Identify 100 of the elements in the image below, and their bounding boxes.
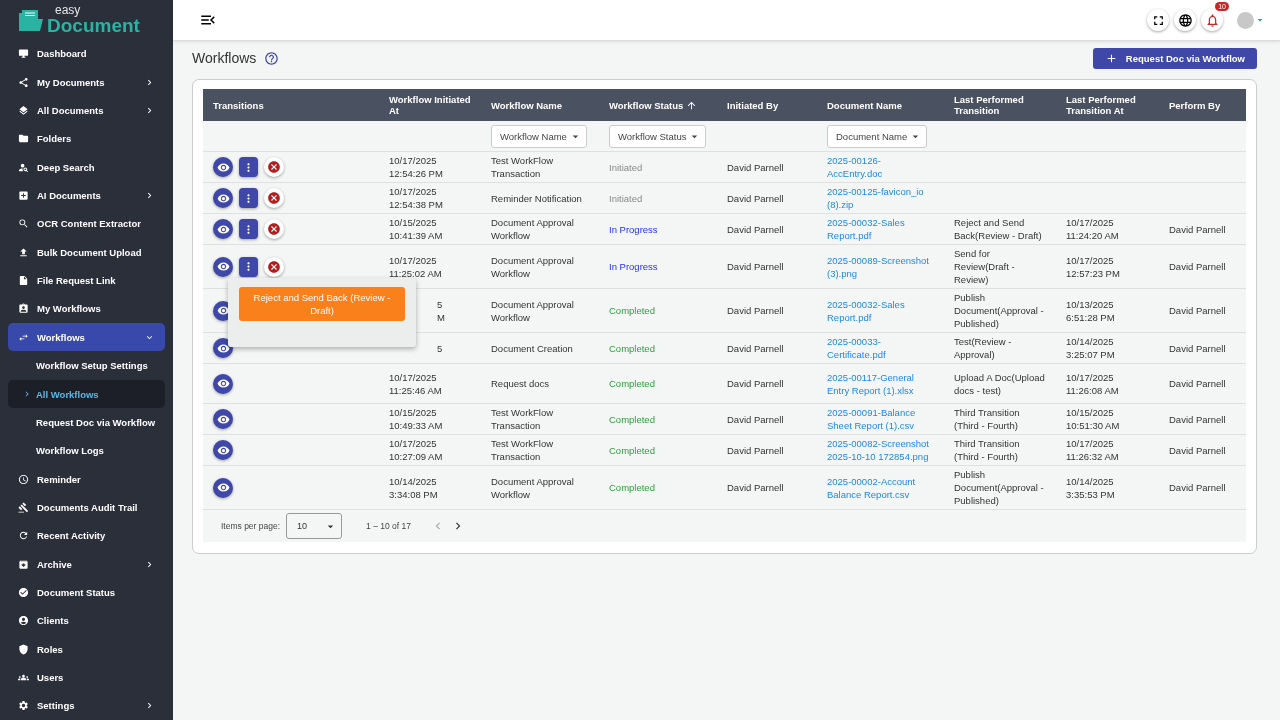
table-cell-text: 10/15/2025 10:51:30 AM xyxy=(1066,406,1121,432)
sidebar-item[interactable]: Roles xyxy=(8,635,165,664)
column-header[interactable]: Last Performed Transition xyxy=(944,89,1056,121)
help-icon[interactable] xyxy=(264,50,280,66)
document-link[interactable]: 2025-00125-favicon_io (8).zip xyxy=(827,185,934,211)
filter-dropdown[interactable]: Document Name xyxy=(827,124,928,148)
monitor-icon xyxy=(18,48,29,60)
sidebar-item[interactable]: AI Documents xyxy=(8,181,165,210)
filter-dropdown[interactable]: Workflow Name xyxy=(491,124,587,148)
sidebar-item[interactable]: All Documents xyxy=(8,96,165,125)
document-link[interactable]: 2025-00082-Screenshot 2025-10-10 172854.png xyxy=(827,437,934,463)
page-size-select[interactable]: 10 xyxy=(286,513,343,539)
column-header[interactable]: Initiated By xyxy=(717,89,817,121)
document-link[interactable]: 2025-00091-Balance Sheet Report (1).csv xyxy=(827,406,934,432)
sidebar-subitem[interactable]: All Workflows xyxy=(8,379,165,409)
sidebar-item[interactable]: Documents Audit Trail xyxy=(8,493,165,522)
column-header[interactable]: Workflow Name xyxy=(481,89,599,121)
table-cell: David Parnell xyxy=(1169,412,1226,426)
more-button[interactable] xyxy=(239,188,258,208)
sidebar-item[interactable]: Dashboard xyxy=(8,39,165,68)
document-link[interactable]: 2025-00032-Sales Report.pdf xyxy=(827,297,934,324)
view-button[interactable] xyxy=(213,219,233,239)
sidebar-item[interactable]: File Request Link xyxy=(8,266,165,295)
table-cell-text: 10/14/2025 3:35:53 PM xyxy=(1066,474,1116,501)
view-button[interactable] xyxy=(213,256,233,277)
more-button[interactable] xyxy=(239,256,258,277)
table-cell-text: Document Approval Workflow xyxy=(491,297,575,324)
table-cell-text: Test(Review - Approval) xyxy=(954,335,1013,361)
document-link[interactable]: 2025-00089-Screenshot (3).png xyxy=(827,253,934,280)
notifications-button[interactable] xyxy=(1201,9,1223,31)
document-link[interactable]: 2025-00002-Account Balance Report.csv xyxy=(827,474,934,501)
fullscreen-button[interactable] xyxy=(1147,9,1169,31)
column-header[interactable]: Document Name xyxy=(817,89,944,121)
sidebar-item[interactable]: Archive xyxy=(8,550,165,579)
table-cell: David Parnell xyxy=(1169,304,1226,317)
column-header[interactable]: Workflow Initiated At xyxy=(379,89,481,121)
column-header[interactable]: Transitions xyxy=(203,89,379,121)
table-cell-text: 10/17/2025 11:26:32 AM xyxy=(1066,437,1120,463)
status-label: Completed xyxy=(609,481,655,494)
column-header[interactable]: Perform By xyxy=(1159,89,1246,121)
refresh-icon xyxy=(18,530,29,542)
table-cell-text: 10/17/2025 11:25:46 AM xyxy=(389,370,443,397)
search-icon xyxy=(18,218,29,230)
document-link[interactable]: 2025-00032-Sales Report.pdf xyxy=(827,216,934,242)
sidebar-item[interactable]: Settings xyxy=(8,691,165,720)
sidebar-item[interactable]: Reminder xyxy=(8,464,165,494)
view-button[interactable] xyxy=(213,477,233,498)
sidebar-item[interactable]: Deep Search xyxy=(8,152,165,182)
sidebar-item[interactable]: My Documents xyxy=(8,67,165,97)
sidebar-item[interactable]: Recent Activity xyxy=(8,521,165,550)
document-link[interactable]: 2025-00117-General Entry Report (1).xlsx xyxy=(827,370,934,397)
table-cell: M xyxy=(437,310,445,324)
view-button[interactable] xyxy=(213,338,233,358)
clock-icon xyxy=(18,473,29,485)
sidebar-subitem[interactable]: Workflow Setup Settings xyxy=(8,351,165,380)
close-icon xyxy=(267,191,281,205)
status-label: Completed xyxy=(609,377,655,390)
sidebar-item[interactable]: My Workflows xyxy=(8,294,165,324)
archive-icon xyxy=(18,558,29,570)
column-header[interactable]: Last Performed Transition At xyxy=(1056,89,1159,121)
more-button[interactable] xyxy=(239,219,258,239)
table-cell: David Parnell xyxy=(727,222,784,236)
sidebar-item[interactable]: Clients xyxy=(8,606,165,636)
column-header[interactable]: Workflow Status xyxy=(599,89,717,121)
table-cell-text: Publish Document(Approval - Published) xyxy=(954,468,1045,507)
filter-dropdown[interactable]: Workflow Status xyxy=(609,124,707,148)
sidebar-item[interactable]: Document Status xyxy=(8,578,165,607)
table-cell-text: Publish Document(Approval - Published) xyxy=(954,291,1045,330)
more-button[interactable] xyxy=(239,157,258,177)
table-cell: David Parnell xyxy=(727,443,784,457)
view-button[interactable] xyxy=(213,409,233,429)
table-cell: Reminder Notification xyxy=(491,191,582,205)
sidebar-item[interactable]: Bulk Document Upload xyxy=(8,238,165,267)
view-button[interactable] xyxy=(213,188,233,208)
table-cell: Request docs xyxy=(491,377,550,390)
eye-icon xyxy=(216,341,230,355)
eye-icon xyxy=(216,377,230,390)
sidebar-item[interactable]: Workflows xyxy=(8,323,165,352)
cancel-button[interactable] xyxy=(264,256,284,277)
cancel-button[interactable] xyxy=(264,188,284,208)
sidebar-item[interactable]: OCR Content Extractor xyxy=(8,209,165,239)
status-label: Completed xyxy=(609,304,655,317)
document-link[interactable]: 2025-00033-Certificate.pdf xyxy=(827,335,934,361)
table-cell: Upload A Doc(Upload docs - test) xyxy=(954,370,1046,397)
status-label: Initiated xyxy=(609,191,643,205)
request-doc-button[interactable]: Request Doc via Workflow xyxy=(1092,47,1257,69)
table-cell-text: Test WorkFlow Transaction xyxy=(491,406,555,432)
language-button[interactable] xyxy=(1174,9,1196,31)
sidebar-item[interactable]: Users xyxy=(8,663,165,692)
view-button[interactable] xyxy=(213,440,233,460)
table-cell: David Parnell xyxy=(1169,443,1226,457)
view-button[interactable] xyxy=(213,373,233,394)
view-button[interactable] xyxy=(213,157,233,177)
table-cell-text: Test WorkFlow Transaction xyxy=(491,437,555,463)
cancel-button[interactable] xyxy=(264,157,284,177)
sidebar-subitem[interactable]: Request Doc via Workflow xyxy=(8,408,165,437)
cancel-button[interactable] xyxy=(264,219,284,239)
sidebar-subitem[interactable]: Workflow Logs xyxy=(8,436,165,465)
document-link[interactable]: 2025-00126-AccEntry.doc xyxy=(827,154,934,180)
sidebar-item[interactable]: Folders xyxy=(8,124,165,153)
